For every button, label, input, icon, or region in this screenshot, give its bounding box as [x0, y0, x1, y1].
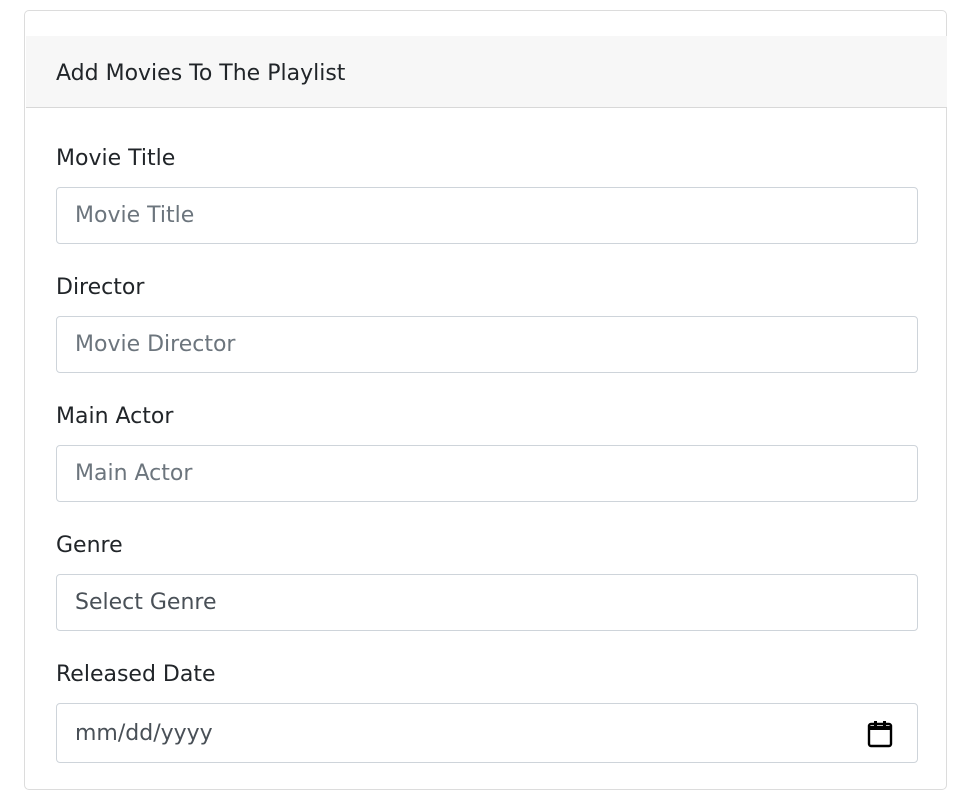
card-header: Add Movies To The Playlist: [26, 36, 947, 108]
movie-title-label: Movie Title: [56, 146, 176, 171]
card-title: Add Movies To The Playlist: [56, 61, 346, 86]
director-input[interactable]: [56, 316, 918, 373]
main-actor-input[interactable]: [56, 445, 918, 502]
movie-title-input[interactable]: [56, 187, 918, 244]
genre-select[interactable]: Select Genre: [56, 574, 918, 631]
released-date-placeholder: mm/dd/yyyy: [75, 720, 213, 746]
genre-label: Genre: [56, 533, 123, 558]
genre-selected-value: Select Genre: [75, 590, 217, 615]
calendar-icon[interactable]: [867, 720, 893, 748]
main-actor-label: Main Actor: [56, 404, 174, 429]
released-date-input[interactable]: mm/dd/yyyy: [56, 703, 918, 763]
director-label: Director: [56, 275, 145, 300]
released-date-label: Released Date: [56, 662, 216, 687]
